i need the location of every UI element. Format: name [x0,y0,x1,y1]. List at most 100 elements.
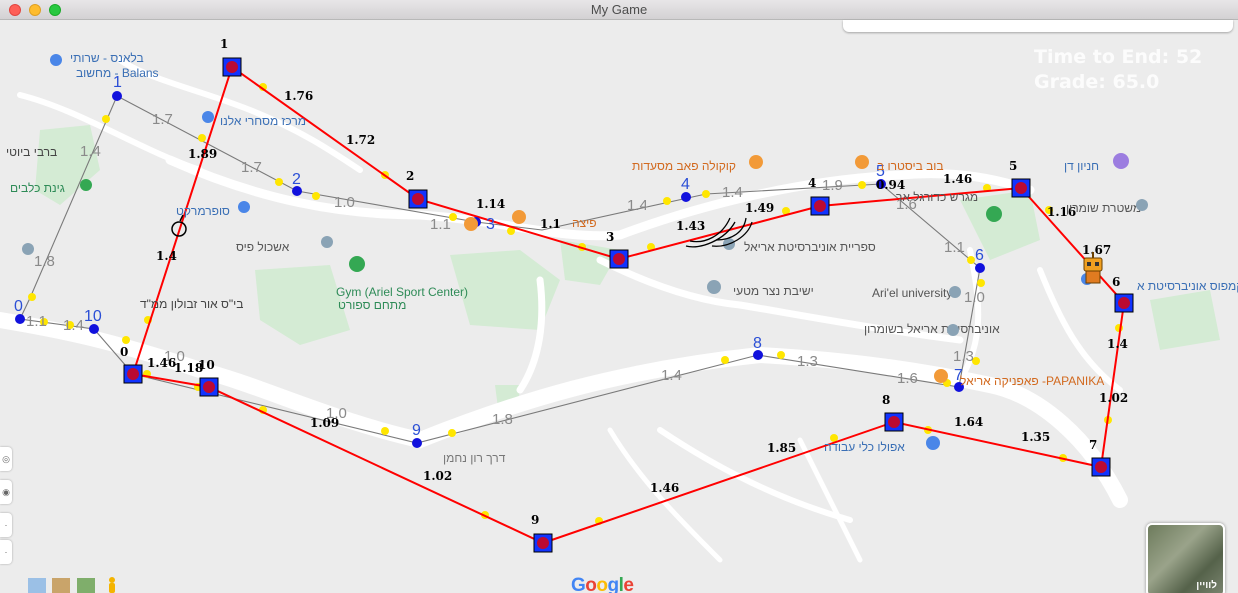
graph-node [89,324,99,334]
pin-icon [238,201,250,213]
map-label: ספריית אוניברסיטת אריאל [744,240,876,254]
agent[interactable] [884,412,904,432]
graph-node [112,91,122,101]
pin-icon [50,54,62,66]
agent[interactable] [222,57,242,77]
agent-label: 6 [1112,275,1120,289]
agent-label: 4 [808,176,816,190]
route-weight: 1.02 [1099,391,1128,405]
google-logo: Google [571,575,634,593]
route-weight: 1.43 [676,219,705,233]
edge-weight: 1.4 [627,197,648,214]
map-label: אפולו כלי עבודה [824,440,905,454]
map-label: גינת כלבים [10,181,65,195]
agent-label: 8 [882,393,890,407]
graph-node [681,192,691,202]
map-label: מגרש כדורגל אר [896,190,978,204]
game-canvas[interactable]: 0 1 2 3 4 5 6 7 8 9 10 1.7 1.4 1.7 1.0 1… [0,20,1238,593]
pin-icon [934,369,948,383]
agent[interactable] [408,189,428,209]
layer-chip[interactable] [28,578,46,593]
pin-icon [80,179,92,191]
edge-weight: 1.8 [34,253,55,270]
agent[interactable] [609,249,629,269]
agent-label: 2 [406,169,414,183]
pin-icon [855,155,869,169]
graph-node-label: 3 [486,216,495,233]
graph-node-label: 2 [292,171,301,188]
map-label: משטרת שומרון [1066,201,1141,215]
graph-node-label: 9 [412,422,421,439]
graph-node-label: 6 [975,247,984,264]
edge-weight: 1.9 [822,177,843,194]
route-weight: 1.02 [423,469,452,483]
route-weight: 1.67 [1082,243,1111,257]
map-label: סופרמרקט [176,204,230,218]
map-label: מחשוב - Balans [76,66,159,80]
agent[interactable] [1114,293,1134,313]
edge-weight: 1.8 [492,411,513,428]
route-weight: 1.4 [1107,337,1128,351]
agent-label: 9 [531,513,539,527]
zoom-control[interactable]: ◎ [0,447,12,471]
route-weight: 1.72 [346,133,375,147]
map-label: מתחם ספורט [338,298,406,312]
route-weight: 1.09 [310,416,339,430]
edge-weight: 1.4 [661,367,682,384]
agent[interactable] [1091,457,1111,477]
route-weight: 1.1 [540,217,561,231]
agent-label: 5 [1009,159,1017,173]
agent[interactable] [533,533,553,553]
edge-weight: 1.4 [722,184,743,201]
map-label: דרך רון נחמן [443,451,506,465]
route-weight: 1.46 [147,356,176,370]
pin-icon [464,217,478,231]
edge-weight: 1.1 [944,239,965,256]
route-weight: 1.35 [1021,430,1050,444]
pin-icon [947,324,959,336]
pin-icon [1113,153,1129,169]
pin-icon [22,243,34,255]
game-window: My Game 0 1 2 3 4 5 6 7 8 9 10 1.7 1.4 1… [0,0,1238,593]
graph-node-label: 4 [681,176,690,193]
pin-icon [986,206,1002,222]
layer-chip[interactable] [52,578,71,593]
compass-icon[interactable]: ◉ [0,480,12,504]
map-label: קוקולה פאב מסעדות [632,159,736,173]
edge-weight: 1.7 [241,159,262,176]
satellite-label: לוויין [1196,580,1217,591]
agent[interactable] [1011,178,1031,198]
map-label: אוניברסיטת אריאל בשומרון [864,322,1000,336]
route-weight: 1.46 [650,481,679,495]
search-panel[interactable] [843,20,1233,32]
edge-weight: 1.4 [63,317,84,334]
route-weight: 1.85 [767,441,796,455]
pegman-icon[interactable] [106,577,118,593]
agent[interactable] [123,364,143,384]
map-label: מרכז מסחרי אלנו [220,114,306,128]
graph-node-label: 8 [753,335,762,352]
pin-icon [349,256,365,272]
satellite-toggle[interactable]: לוויין [1146,523,1225,593]
map-label: קמפוס אוניברסיטת א [1137,279,1238,293]
edge-weight: 1.7 [152,111,173,128]
route-weight: 1.4 [156,249,177,263]
title-bar: My Game [0,0,1238,20]
map-label: ברבי ביוטי [6,145,57,159]
route-weight: 1.49 [745,201,774,215]
pin-icon [949,286,961,298]
map-label: חניון דן [1064,159,1099,173]
graph-node [412,438,422,448]
layer-chip[interactable] [76,578,95,593]
agent[interactable] [810,196,830,216]
map-label: אשכול פיס [236,240,290,254]
pin-icon [202,111,214,123]
agent[interactable] [199,377,219,397]
edge-weight: 1.3 [953,348,974,365]
zoom-in-button[interactable]: · [0,513,12,537]
route-weight: 1.18 [174,361,203,375]
graph-node-label: 10 [84,308,102,325]
edge-weight: 1.6 [897,370,918,387]
zoom-out-button[interactable]: · [0,540,12,564]
window-title: My Game [590,2,648,17]
